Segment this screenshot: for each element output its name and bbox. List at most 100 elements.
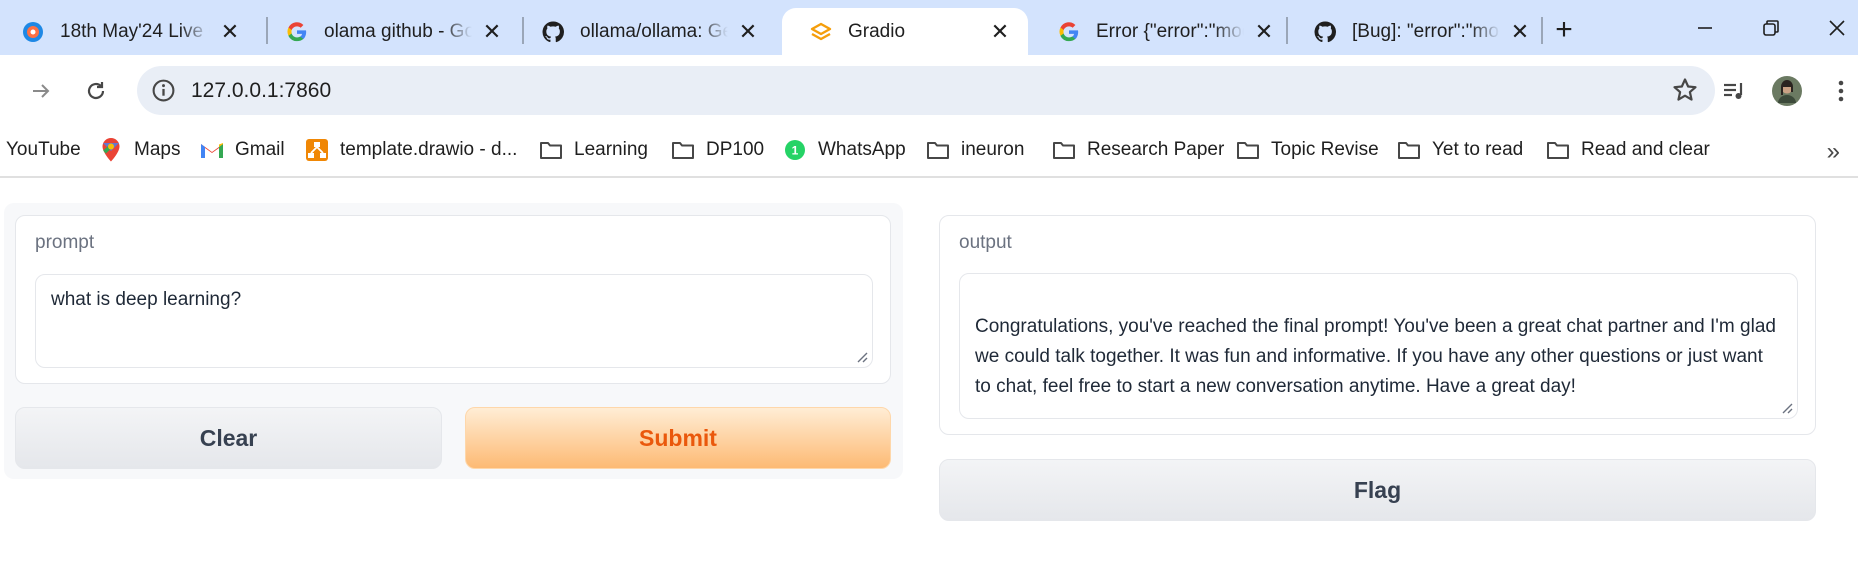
close-window-icon bbox=[1829, 20, 1845, 36]
tab-title: Error {"error":"mod bbox=[1096, 20, 1244, 42]
avatar-icon bbox=[1772, 76, 1802, 106]
github-icon bbox=[1314, 20, 1336, 43]
folder-icon bbox=[1396, 137, 1422, 163]
reload-icon bbox=[87, 82, 105, 100]
tab-title: [Bug]: "error":"mod bbox=[1352, 20, 1500, 42]
svg-text:1: 1 bbox=[792, 144, 799, 158]
browser-tab[interactable]: [Bug]: "error":"mod ✕ bbox=[1286, 8, 1548, 55]
bookmark-gmail[interactable]: Gmail bbox=[199, 135, 285, 165]
close-icon[interactable]: ✕ bbox=[986, 18, 1014, 46]
whatsapp-icon: 1 bbox=[782, 137, 808, 163]
site-info-icon[interactable] bbox=[151, 78, 176, 103]
folder-icon bbox=[538, 137, 564, 163]
browser-tab[interactable]: 18th May'24 Live C ✕ bbox=[0, 8, 258, 55]
google-icon bbox=[1058, 21, 1080, 43]
bookmark-label: Learning bbox=[574, 139, 648, 160]
folder-icon bbox=[1545, 137, 1571, 163]
close-window-button[interactable] bbox=[1812, 8, 1858, 48]
bookmark-folder-topic-revise[interactable]: Topic Revise bbox=[1235, 135, 1379, 165]
browser-menu-button[interactable] bbox=[1822, 72, 1858, 110]
folder-icon bbox=[1051, 137, 1077, 163]
bookmark-star-icon[interactable] bbox=[1671, 76, 1699, 104]
bookmark-label: ineuron bbox=[961, 139, 1025, 160]
reload-button[interactable] bbox=[77, 72, 115, 110]
forward-arrow-icon bbox=[33, 84, 50, 98]
close-icon[interactable]: ✕ bbox=[1250, 18, 1278, 46]
bookmark-label: Research Paper bbox=[1087, 139, 1225, 160]
browser-tab-active[interactable]: Gradio ✕ bbox=[782, 8, 1028, 55]
bookmark-folder-dp100[interactable]: DP100 bbox=[670, 135, 764, 165]
bookmark-label: Gmail bbox=[235, 139, 285, 160]
browser-tab[interactable]: olama github - Goo ✕ bbox=[258, 8, 520, 55]
tab-title: Gradio bbox=[848, 20, 906, 42]
google-icon bbox=[286, 21, 308, 43]
bookmark-whatsapp[interactable]: 1 WhatsApp bbox=[782, 135, 906, 165]
media-control-button[interactable] bbox=[1715, 72, 1753, 110]
bookmark-label: Topic Revise bbox=[1271, 139, 1379, 160]
minimize-button[interactable] bbox=[1680, 8, 1730, 48]
tab-strip: 18th May'24 Live C ✕ olama github - Goo … bbox=[0, 0, 1858, 55]
bookmark-drawio[interactable]: template.drawio - d... bbox=[304, 135, 517, 165]
bookmark-label: Maps bbox=[134, 139, 181, 160]
bookmark-folder-learning[interactable]: Learning bbox=[538, 135, 648, 165]
close-icon[interactable]: ✕ bbox=[1506, 18, 1534, 46]
gmail-icon bbox=[199, 137, 225, 163]
bookmark-label: Read and clear bbox=[1581, 139, 1710, 160]
restore-icon bbox=[1763, 20, 1779, 36]
folder-icon bbox=[670, 137, 696, 163]
live-class-icon bbox=[22, 21, 44, 43]
bookmark-label: WhatsApp bbox=[818, 139, 906, 160]
media-queue-icon bbox=[1724, 83, 1743, 99]
prompt-textarea[interactable]: what is deep learning? bbox=[35, 274, 873, 368]
bookmark-maps[interactable]: Maps bbox=[98, 135, 180, 165]
profile-avatar[interactable] bbox=[1768, 72, 1806, 110]
github-icon bbox=[542, 20, 564, 43]
address-bar[interactable]: 127.0.0.1:7860 bbox=[137, 66, 1715, 115]
browser-tab[interactable]: ollama/ollama: Get ✕ bbox=[514, 8, 776, 55]
minimize-icon bbox=[1698, 27, 1712, 29]
bookmark-label: YouTube bbox=[6, 139, 81, 160]
url-text[interactable]: 127.0.0.1:7860 bbox=[191, 79, 331, 103]
tab-separator bbox=[1541, 17, 1543, 44]
drawio-icon bbox=[304, 137, 330, 163]
output-textarea[interactable]: Congratulations, you've reached the fina… bbox=[959, 273, 1798, 419]
close-icon[interactable]: ✕ bbox=[734, 18, 762, 46]
bookmarks-bar: YouTube Maps Gmail template.drawio - d..… bbox=[0, 126, 1858, 178]
output-label: output bbox=[959, 232, 1012, 253]
submit-button[interactable]: Submit bbox=[465, 407, 891, 469]
tab-title: 18th May'24 Live C bbox=[60, 20, 210, 42]
new-tab-button[interactable]: + bbox=[1544, 10, 1584, 50]
input-panel: prompt what is deep learning? Clear Subm… bbox=[4, 203, 903, 479]
tab-title: ollama/ollama: Get bbox=[580, 20, 728, 42]
close-icon[interactable]: ✕ bbox=[478, 18, 506, 46]
resize-grip-icon[interactable] bbox=[1781, 402, 1793, 414]
browser-toolbar: 127.0.0.1:7860 bbox=[0, 55, 1858, 126]
gradio-icon bbox=[810, 21, 832, 43]
flag-button[interactable]: Flag bbox=[939, 459, 1816, 521]
bookmark-youtube[interactable]: YouTube bbox=[6, 135, 81, 165]
folder-icon bbox=[1235, 137, 1261, 163]
close-icon[interactable]: ✕ bbox=[216, 18, 244, 46]
bookmark-folder-read-and-clear[interactable]: Read and clear bbox=[1545, 135, 1710, 165]
resize-grip-icon[interactable] bbox=[856, 351, 868, 363]
clear-button[interactable]: Clear bbox=[15, 407, 442, 469]
bookmark-label: Yet to read bbox=[1432, 139, 1524, 160]
tab-title: olama github - Goo bbox=[324, 20, 472, 42]
bookmark-label: template.drawio - d... bbox=[340, 139, 518, 160]
bookmark-folder-ineuron[interactable]: ineuron bbox=[925, 135, 1024, 165]
bookmark-folder-yet-to-read[interactable]: Yet to read bbox=[1396, 135, 1523, 165]
browser-tab[interactable]: Error {"error":"mod ✕ bbox=[1030, 8, 1292, 55]
restore-button[interactable] bbox=[1746, 8, 1796, 48]
forward-button[interactable] bbox=[22, 72, 60, 110]
bookmark-label: DP100 bbox=[706, 139, 765, 160]
prompt-label: prompt bbox=[35, 232, 95, 253]
folder-icon bbox=[925, 137, 951, 163]
more-bookmarks-chevron-icon[interactable]: » bbox=[1827, 138, 1840, 166]
bookmark-folder-research-paper[interactable]: Research Paper bbox=[1051, 135, 1224, 165]
prompt-block: prompt what is deep learning? bbox=[15, 215, 891, 384]
output-block: output Congratulations, you've reached t… bbox=[939, 215, 1816, 435]
output-text: Congratulations, you've reached the fina… bbox=[975, 316, 1776, 397]
maps-icon bbox=[98, 137, 124, 163]
prompt-text: what is deep learning? bbox=[51, 289, 242, 310]
more-vert-icon bbox=[1838, 80, 1844, 102]
